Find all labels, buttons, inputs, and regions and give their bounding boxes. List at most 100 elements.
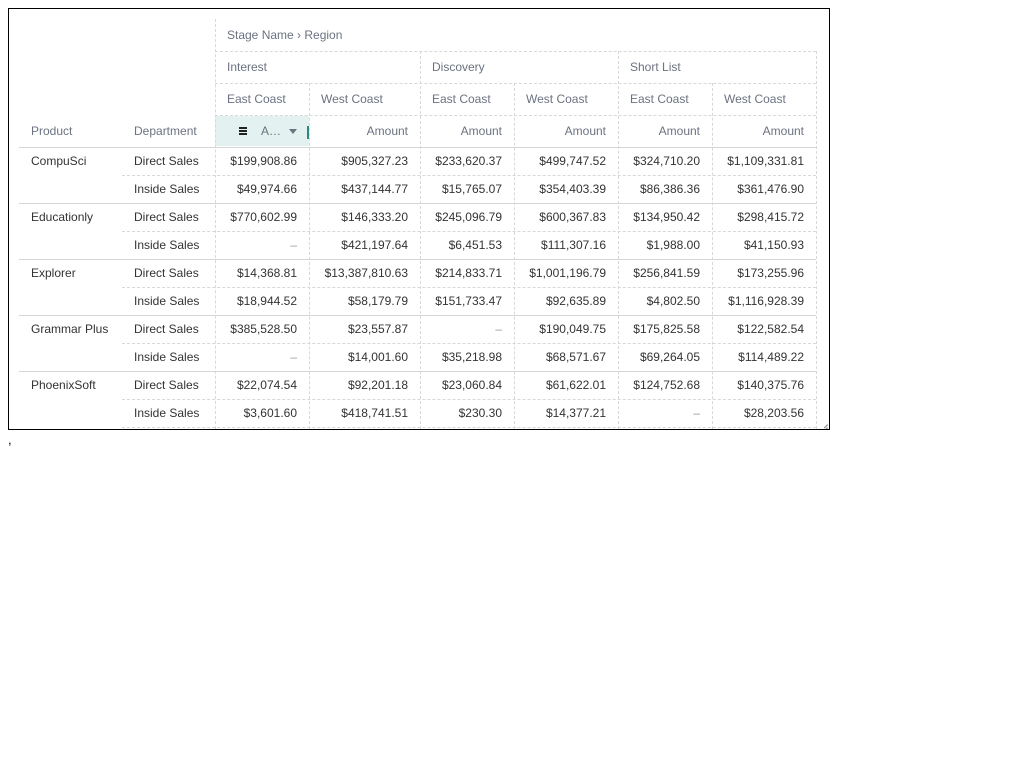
value-cell[interactable]: $3,601.60	[215, 399, 309, 427]
menu-icon[interactable]	[238, 126, 247, 136]
department-label[interactable]: Inside Sales	[122, 231, 215, 259]
department-label[interactable]: Direct Sales	[122, 371, 215, 399]
stage-header[interactable]: Short List	[618, 51, 816, 83]
value-cell[interactable]: $23,557.87	[309, 315, 420, 343]
value-cell[interactable]: $437,144.77	[309, 175, 420, 203]
value-cell[interactable]: $146,333.20	[309, 203, 420, 231]
department-label[interactable]: Direct Sales	[122, 147, 215, 175]
value-cell[interactable]: $1,116,928.39	[712, 287, 816, 315]
resize-grip-icon[interactable]	[820, 420, 828, 428]
value-cell[interactable]: –	[618, 399, 712, 427]
value-cell[interactable]: $124,752.68	[618, 371, 712, 399]
value-cell[interactable]: $905,327.23	[309, 147, 420, 175]
value-cell[interactable]: –	[215, 231, 309, 259]
value-cell[interactable]: $1,109,331.81	[712, 147, 816, 175]
measure-header[interactable]: Amount	[420, 115, 514, 147]
value-cell[interactable]: $233,620.37	[420, 147, 514, 175]
measure-header-selected[interactable]: A…	[215, 116, 309, 146]
department-label[interactable]: Inside Sales	[122, 399, 215, 427]
region-header[interactable]: East Coast	[618, 83, 712, 115]
value-cell[interactable]: $14,001.60	[309, 343, 420, 371]
value-cell[interactable]: $68,571.67	[514, 343, 618, 371]
value-cell[interactable]: $23,060.84	[420, 371, 514, 399]
value-cell[interactable]: $140,375.76	[712, 371, 816, 399]
department-label[interactable]: Direct Sales	[122, 315, 215, 343]
measure-header[interactable]: Amount	[309, 115, 420, 147]
value-cell[interactable]: $92,635.89	[514, 287, 618, 315]
value-cell[interactable]: $600,367.83	[514, 203, 618, 231]
value-cell[interactable]: $4,802.50	[618, 287, 712, 315]
value-cell[interactable]: $256,841.59	[618, 259, 712, 287]
product-label[interactable]: CompuSci	[19, 147, 122, 175]
value-cell[interactable]: $92,201.18	[309, 371, 420, 399]
value-cell[interactable]: $245,096.79	[420, 203, 514, 231]
department-label[interactable]: Inside Sales	[122, 175, 215, 203]
measure-header[interactable]: Amount	[514, 115, 618, 147]
pivot-column-title: Stage Name › Region	[227, 28, 343, 42]
region-header[interactable]: West Coast	[712, 83, 816, 115]
value-cell[interactable]: $418,741.51	[309, 399, 420, 427]
row-header-product[interactable]: Product	[19, 115, 122, 147]
value-cell[interactable]: $298,415.72	[712, 203, 816, 231]
value-cell[interactable]: $15,765.07	[420, 175, 514, 203]
value-cell[interactable]: $134,950.42	[618, 203, 712, 231]
value-cell[interactable]: $1,988.00	[618, 231, 712, 259]
value-cell[interactable]: $230.30	[420, 399, 514, 427]
value-cell[interactable]: $385,528.50	[215, 315, 309, 343]
value-cell[interactable]: $13,387,810.63	[309, 259, 420, 287]
value-cell[interactable]: $18,944.52	[215, 287, 309, 315]
grid-line	[19, 147, 816, 148]
product-label[interactable]: PhoenixSoft	[19, 371, 122, 399]
sort-caret-icon[interactable]	[289, 128, 297, 134]
value-cell[interactable]: $22,074.54	[215, 371, 309, 399]
product-label[interactable]: Grammar Plus	[19, 315, 122, 343]
department-label[interactable]: Inside Sales	[122, 287, 215, 315]
measure-header[interactable]: Amount	[712, 115, 816, 147]
value-cell[interactable]: –	[215, 343, 309, 371]
value-cell[interactable]: $421,197.64	[309, 231, 420, 259]
value-cell[interactable]: $214,833.71	[420, 259, 514, 287]
value-cell[interactable]: $175,825.58	[618, 315, 712, 343]
value-cell[interactable]: $324,710.20	[618, 147, 712, 175]
value-cell[interactable]: $6,451.53	[420, 231, 514, 259]
grid-line	[420, 51, 421, 429]
value-cell[interactable]: $199,908.86	[215, 147, 309, 175]
stage-header[interactable]: Discovery	[420, 51, 618, 83]
value-cell[interactable]: $61,622.01	[514, 371, 618, 399]
column-resize-handle[interactable]	[307, 126, 309, 139]
value-cell[interactable]: $499,747.52	[514, 147, 618, 175]
value-cell[interactable]: $69,264.05	[618, 343, 712, 371]
value-cell[interactable]: –	[420, 315, 514, 343]
value-cell[interactable]: $35,218.98	[420, 343, 514, 371]
value-cell[interactable]: $770,602.99	[215, 203, 309, 231]
row-header-department[interactable]: Department	[122, 115, 215, 147]
value-cell[interactable]: $354,403.39	[514, 175, 618, 203]
value-cell[interactable]: $14,368.81	[215, 259, 309, 287]
value-cell[interactable]: $49,974.66	[215, 175, 309, 203]
value-cell[interactable]: $190,049.75	[514, 315, 618, 343]
region-header[interactable]: West Coast	[309, 83, 420, 115]
department-label[interactable]: Direct Sales	[122, 203, 215, 231]
region-header[interactable]: East Coast	[420, 83, 514, 115]
grid-line	[215, 19, 216, 429]
department-label[interactable]: Direct Sales	[122, 259, 215, 287]
measure-header[interactable]: Amount	[618, 115, 712, 147]
value-cell[interactable]: $41,150.93	[712, 231, 816, 259]
value-cell[interactable]: $173,255.96	[712, 259, 816, 287]
value-cell[interactable]: $151,733.47	[420, 287, 514, 315]
product-label[interactable]: Explorer	[19, 259, 122, 287]
value-cell[interactable]: $111,307.16	[514, 231, 618, 259]
product-label[interactable]: Educationly	[19, 203, 122, 231]
value-cell[interactable]: $58,179.79	[309, 287, 420, 315]
value-cell[interactable]: $361,476.90	[712, 175, 816, 203]
department-label[interactable]: Inside Sales	[122, 343, 215, 371]
value-cell[interactable]: $1,001,196.79	[514, 259, 618, 287]
value-cell[interactable]: $28,203.56	[712, 399, 816, 427]
region-header[interactable]: East Coast	[215, 83, 309, 115]
value-cell[interactable]: $14,377.21	[514, 399, 618, 427]
stage-header[interactable]: Interest	[215, 51, 420, 83]
region-header[interactable]: West Coast	[514, 83, 618, 115]
value-cell[interactable]: $122,582.54	[712, 315, 816, 343]
value-cell[interactable]: $86,386.36	[618, 175, 712, 203]
value-cell[interactable]: $114,489.22	[712, 343, 816, 371]
